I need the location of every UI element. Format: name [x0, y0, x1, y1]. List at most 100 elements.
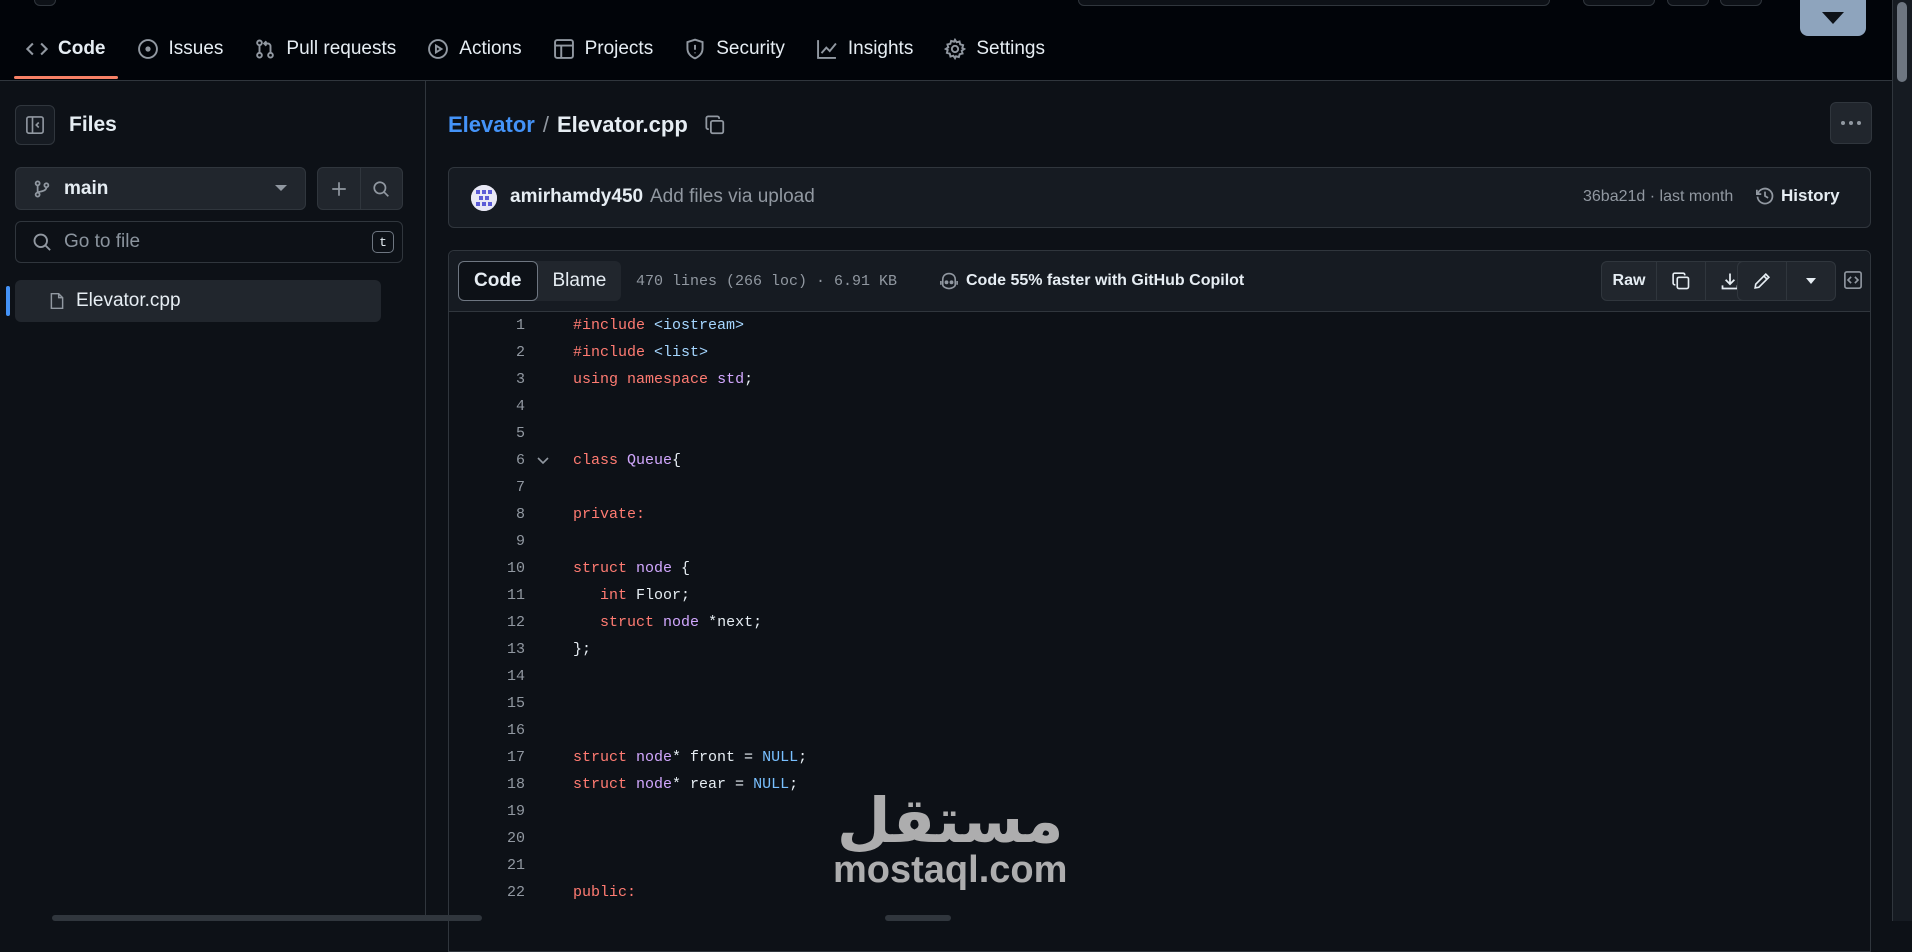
tab-security[interactable]: Security — [672, 28, 797, 70]
pull-request-icon — [254, 38, 276, 60]
tab-insights[interactable]: Insights — [804, 28, 925, 70]
line-number[interactable]: 10 — [449, 560, 525, 577]
tab-label: Code — [58, 38, 106, 59]
line-number[interactable]: 22 — [449, 884, 525, 901]
sidebar-collapse-icon — [26, 116, 44, 134]
commit-author[interactable]: amirhamdy450 — [510, 186, 643, 208]
page-scrollbar[interactable] — [1892, 0, 1912, 921]
line-number[interactable]: 3 — [449, 371, 525, 388]
search-icon — [373, 180, 390, 197]
file-header: Code Blame 470 lines (266 loc) · 6.91 KB… — [449, 251, 1870, 312]
pencil-icon — [1754, 272, 1771, 289]
tab-blame-view[interactable]: Blame — [538, 261, 622, 301]
edit-actions — [1737, 261, 1836, 301]
tab-label: Pull requests — [286, 38, 397, 59]
go-to-file-field[interactable]: t — [15, 221, 403, 263]
code-text: struct node *next; — [573, 614, 762, 631]
tree-actions — [317, 167, 403, 210]
raw-button[interactable]: Raw — [1602, 262, 1656, 300]
search-code-button[interactable] — [359, 168, 403, 209]
tab-actions[interactable]: Actions — [415, 28, 533, 70]
code-line: 22 public: — [449, 879, 1870, 906]
copy-raw-button[interactable] — [1656, 262, 1705, 300]
edit-file-button[interactable] — [1738, 262, 1786, 300]
code-token: ; — [744, 371, 754, 388]
line-number[interactable]: 4 — [449, 398, 525, 415]
line-number[interactable]: 6 — [449, 452, 525, 469]
copy-path-button[interactable] — [704, 114, 726, 136]
horizontal-scrollbar[interactable] — [52, 915, 482, 921]
code-text: private: — [573, 506, 645, 523]
line-number[interactable]: 7 — [449, 479, 525, 496]
copy-icon — [1672, 272, 1690, 290]
add-file-button[interactable] — [318, 168, 360, 209]
line-number[interactable]: 9 — [449, 533, 525, 550]
code-line: 8 private: — [449, 501, 1870, 528]
line-number[interactable]: 21 — [449, 857, 525, 874]
line-number[interactable]: 12 — [449, 614, 525, 631]
symbols-panel-button[interactable] — [1829, 261, 1877, 299]
code-text: struct node* rear = NULL; — [573, 776, 798, 793]
tab-code[interactable]: Code — [14, 28, 118, 79]
identicon-image — [471, 185, 497, 211]
code-token: ; — [798, 749, 808, 766]
copy-icon — [705, 115, 724, 135]
go-to-file-input[interactable] — [62, 230, 356, 254]
breadcrumb-separator: / — [542, 112, 549, 137]
horizontal-scrollbar[interactable] — [885, 915, 951, 921]
code-token: NULL — [753, 776, 790, 793]
fold-chevron-icon[interactable] — [525, 456, 561, 466]
code-line: 2 #include <list> — [449, 339, 1870, 366]
code-icon — [26, 38, 48, 60]
history-button[interactable]: History — [1755, 186, 1840, 206]
line-number[interactable]: 20 — [449, 830, 525, 847]
shield-icon — [684, 38, 706, 60]
code-token: struct — [573, 749, 628, 766]
tab-code-view[interactable]: Code — [458, 261, 538, 301]
line-number[interactable]: 11 — [449, 587, 525, 604]
header-button-stub[interactable] — [1667, 0, 1709, 6]
commit-message[interactable]: Add files via upload — [650, 186, 815, 208]
line-number[interactable]: 14 — [449, 668, 525, 685]
line-number[interactable]: 16 — [449, 722, 525, 739]
edit-dropdown-button[interactable] — [1786, 262, 1835, 300]
copilot-promo-link[interactable]: Code 55% faster with GitHub Copilot — [938, 271, 1244, 291]
line-number[interactable]: 5 — [449, 425, 525, 442]
line-number[interactable]: 19 — [449, 803, 525, 820]
branch-selector[interactable]: main — [15, 167, 306, 210]
avatar[interactable] — [471, 185, 497, 211]
header-button-stub[interactable] — [1583, 0, 1655, 6]
code-line: 12 struct node *next; — [449, 609, 1870, 636]
code-blame-toggle: Code Blame — [458, 261, 622, 301]
line-number[interactable]: 1 — [449, 317, 525, 334]
collapse-toggle-button[interactable] — [1800, 0, 1866, 36]
tab-projects[interactable]: Projects — [541, 28, 666, 70]
line-number[interactable]: 8 — [449, 506, 525, 523]
breadcrumb-repo-link[interactable]: Elevator — [448, 112, 535, 138]
header-search-stub[interactable] — [1078, 0, 1550, 6]
line-number[interactable]: 13 — [449, 641, 525, 658]
header-button-stub[interactable] — [34, 0, 56, 6]
code-token: node — [636, 560, 673, 577]
more-options-button[interactable] — [1830, 102, 1872, 144]
tab-settings[interactable]: Settings — [932, 28, 1057, 70]
code-line: 5 — [449, 420, 1870, 447]
tab-issues[interactable]: Issues — [125, 28, 236, 70]
line-number[interactable]: 15 — [449, 695, 525, 712]
code-token: namespace — [627, 371, 709, 388]
tab-pull-requests[interactable]: Pull requests — [242, 28, 408, 70]
header-button-stub[interactable] — [1720, 0, 1762, 6]
history-label: History — [1781, 186, 1840, 205]
copilot-promo-text: Code 55% faster with GitHub Copilot — [966, 272, 1245, 289]
line-number[interactable]: 2 — [449, 344, 525, 361]
tree-item-file[interactable]: Elevator.cpp — [6, 280, 381, 322]
line-number[interactable]: 18 — [449, 776, 525, 793]
commit-meta[interactable]: 36ba21d · last month — [1583, 188, 1733, 206]
scrollbar-thumb[interactable] — [1897, 2, 1907, 82]
play-icon — [427, 38, 449, 60]
line-number[interactable]: 17 — [449, 749, 525, 766]
collapse-sidebar-button[interactable] — [15, 105, 55, 145]
